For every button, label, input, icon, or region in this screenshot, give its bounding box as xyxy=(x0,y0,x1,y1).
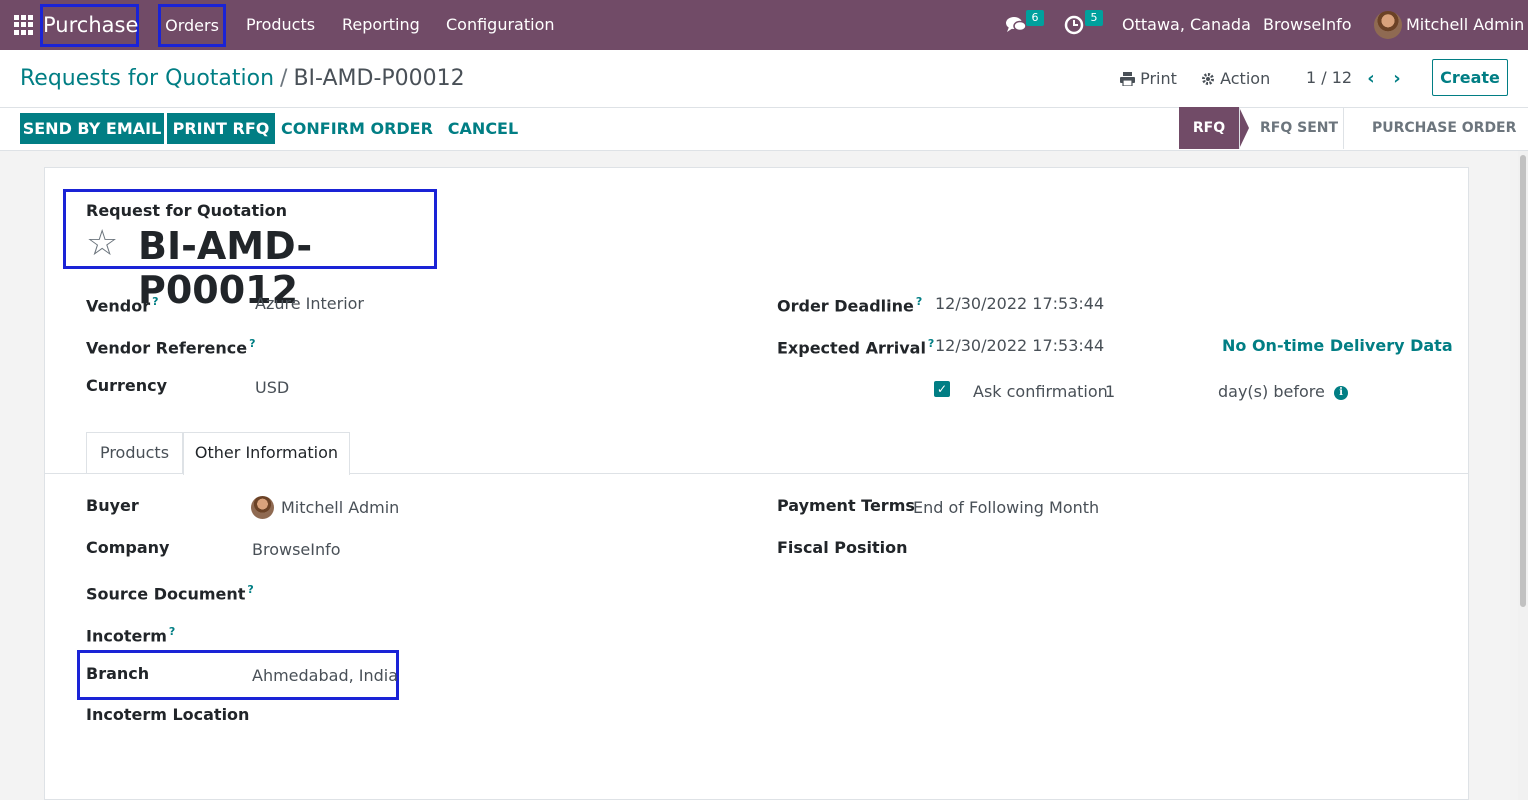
star-icon[interactable]: ☆ xyxy=(86,224,118,264)
buyer-label: Buyer xyxy=(86,496,139,515)
help-tooltip-icon[interactable]: ? xyxy=(916,295,922,308)
tab-products[interactable]: Products xyxy=(86,432,183,474)
pager-next-icon[interactable]: › xyxy=(1387,69,1407,89)
user-avatar[interactable] xyxy=(1374,11,1402,39)
activities-count-badge: 5 xyxy=(1085,10,1103,26)
gear-icon xyxy=(1201,70,1215,92)
notebook-tabs: Products Other Information xyxy=(45,432,1468,475)
help-tooltip-icon[interactable]: ? xyxy=(169,625,175,638)
incoterm-label: Incoterm? xyxy=(86,625,176,646)
company-field[interactable]: BrowseInfo xyxy=(252,539,341,561)
menu-configuration[interactable]: Configuration xyxy=(446,0,555,50)
control-panel: Requests for Quotation / BI-AMD-P00012 Pri… xyxy=(0,50,1528,151)
pager-value[interactable]: 1 / 12 xyxy=(1306,68,1352,87)
vendor-field[interactable]: Azure Interior xyxy=(255,293,364,315)
form-sheet: Request for Quotation ☆ BI-AMD-P00012 Ve… xyxy=(44,167,1469,800)
ask-confirmation-label: Ask confirmation xyxy=(973,382,1108,401)
payment-terms-label: Payment Terms xyxy=(777,496,915,515)
scrollbar-thumb[interactable] xyxy=(1520,155,1526,607)
days-before-label: day(s) before xyxy=(1218,382,1325,401)
ask-confirmation-checkbox[interactable]: ✓ xyxy=(934,381,950,397)
menu-orders[interactable]: Orders xyxy=(158,4,226,47)
source-document-label: Source Document? xyxy=(86,583,254,604)
expected-arrival-field[interactable]: 12/30/2022 17:53:44 xyxy=(935,335,1104,357)
help-tooltip-icon[interactable]: ? xyxy=(928,337,934,350)
top-navbar: Purchase Orders Products Reporting Confi… xyxy=(0,0,1528,50)
breadcrumb-parent-link[interactable]: Requests for Quotation xyxy=(20,66,274,91)
user-menu[interactable]: Mitchell Admin xyxy=(1406,0,1524,50)
create-button[interactable]: Create xyxy=(1432,59,1508,96)
expected-arrival-label: Expected Arrival? xyxy=(777,337,935,358)
branch-field[interactable]: Ahmedabad, India xyxy=(252,665,398,687)
breadcrumb-current: BI-AMD-P00012 xyxy=(293,66,465,91)
fiscal-position-label: Fiscal Position xyxy=(777,538,908,557)
ask-confirmation-days-field[interactable]: 1 xyxy=(1105,381,1115,403)
help-tooltip-icon[interactable]: ? xyxy=(152,295,158,308)
vendor-reference-label: Vendor Reference? xyxy=(86,337,256,358)
ontime-delivery-link[interactable]: No On-time Delivery Data xyxy=(1222,335,1453,357)
page-scrollbar[interactable] xyxy=(1518,151,1528,800)
payment-terms-field[interactable]: End of Following Month xyxy=(913,497,1099,519)
app-brand-purchase[interactable]: Purchase xyxy=(40,4,139,47)
order-deadline-label: Order Deadline? xyxy=(777,295,923,316)
stage-rfq-sent[interactable]: RFQ SENT xyxy=(1239,107,1343,149)
title-label: Request for Quotation xyxy=(86,201,287,220)
action-button[interactable]: Action xyxy=(1201,68,1270,92)
incoterm-location-label: Incoterm Location xyxy=(86,705,250,724)
branch-label: Branch xyxy=(86,664,150,683)
breadcrumb: Requests for Quotation / BI-AMD-P00012 xyxy=(20,64,465,94)
order-deadline-field[interactable]: 12/30/2022 17:53:44 xyxy=(935,293,1104,315)
help-tooltip-icon[interactable]: ? xyxy=(249,337,255,350)
stage-rfq[interactable]: RFQ xyxy=(1179,107,1249,149)
messages-count-badge: 6 xyxy=(1026,10,1044,26)
print-rfq-button[interactable]: PRINT RFQ xyxy=(167,113,275,144)
location-switcher[interactable]: Ottawa, Canada xyxy=(1122,0,1251,50)
printer-icon xyxy=(1120,70,1135,92)
breadcrumb-separator: / xyxy=(280,66,288,91)
company-label: Company xyxy=(86,538,170,557)
buyer-field[interactable]: Mitchell Admin xyxy=(281,497,399,519)
help-tooltip-icon[interactable]: ? xyxy=(247,583,253,596)
confirm-order-button[interactable]: CONFIRM ORDER xyxy=(280,113,434,144)
currency-label: Currency xyxy=(86,376,168,395)
pager-previous-icon[interactable]: ‹ xyxy=(1361,69,1381,89)
apps-menu-icon[interactable] xyxy=(14,15,34,35)
company-switcher[interactable]: BrowseInfo xyxy=(1263,0,1352,50)
activities-clock-icon[interactable] xyxy=(1064,15,1084,35)
status-bar: RFQ RFQ SENT PURCHASE ORDER xyxy=(1179,107,1528,149)
action-label: Action xyxy=(1220,69,1271,88)
vendor-label: Vendor? xyxy=(86,295,159,316)
info-icon[interactable]: i xyxy=(1334,386,1348,400)
title-highlight: Request for Quotation ☆ BI-AMD-P00012 xyxy=(63,189,437,312)
print-button[interactable]: Print xyxy=(1120,68,1177,92)
print-label: Print xyxy=(1140,69,1177,88)
menu-reporting[interactable]: Reporting xyxy=(342,0,420,50)
currency-field[interactable]: USD xyxy=(255,377,289,399)
messages-icon[interactable] xyxy=(1005,15,1027,35)
send-by-email-button[interactable]: SEND BY EMAIL xyxy=(20,113,164,144)
tab-other-information[interactable]: Other Information xyxy=(183,432,350,475)
stage-purchase-order[interactable]: PURCHASE ORDER xyxy=(1343,107,1528,149)
buyer-avatar xyxy=(251,496,274,519)
cancel-button[interactable]: CANCEL xyxy=(444,113,522,144)
menu-products[interactable]: Products xyxy=(246,0,315,50)
